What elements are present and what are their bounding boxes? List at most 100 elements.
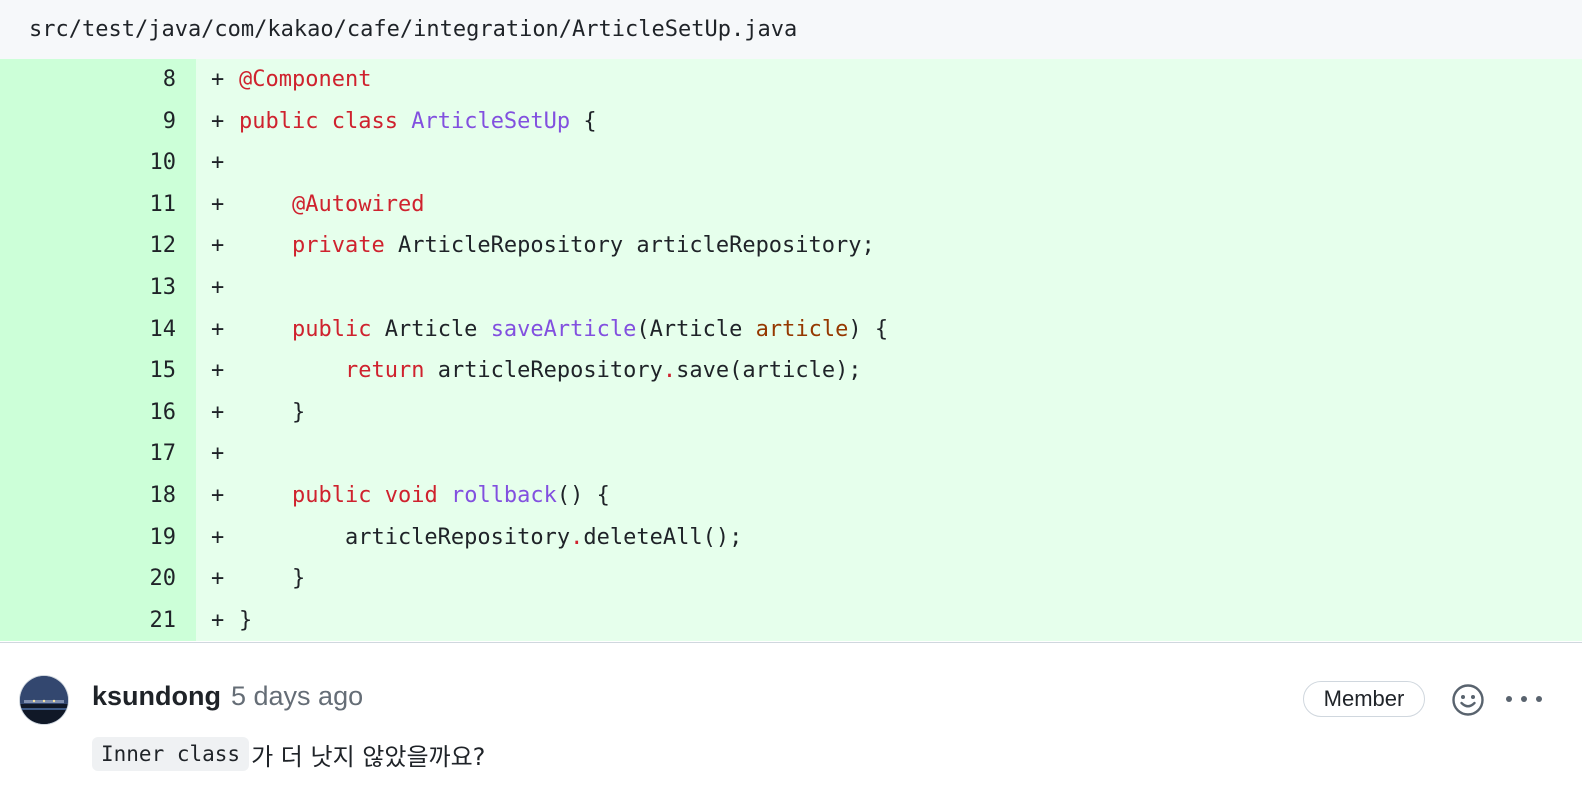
addition-marker: + (211, 441, 225, 467)
code-cell: + } (196, 391, 1582, 434)
line-number[interactable]: 19 (150, 517, 177, 559)
addition-marker: + (211, 316, 225, 342)
code-token: public (239, 108, 319, 134)
addition-marker: + (211, 358, 225, 384)
code-token: . (662, 358, 677, 384)
line-number[interactable]: 16 (150, 392, 177, 434)
addition-marker: + (211, 482, 225, 508)
avatar[interactable] (20, 676, 68, 724)
addition-marker: + (211, 399, 225, 425)
code-token: void (384, 482, 438, 508)
diff-line: 13 + (0, 266, 1582, 309)
code-token: } (239, 566, 306, 592)
addition-marker: + (211, 233, 225, 259)
file-path[interactable]: src/test/java/com/kakao/cafe/integration… (29, 17, 797, 42)
line-number[interactable]: 20 (150, 558, 177, 600)
code-text: articleRepository.deleteAll(); (239, 517, 742, 559)
addition-marker: + (211, 150, 225, 176)
code-cell: + @Component (196, 59, 1582, 101)
comment-more-button[interactable] (1505, 688, 1543, 710)
code-token: articleRepository (239, 524, 571, 550)
line-number-cell[interactable]: 18 (0, 474, 196, 517)
addition-marker: + (211, 524, 225, 550)
addition-marker: + (211, 67, 225, 92)
code-text: } (239, 558, 305, 600)
code-text: @Component (239, 59, 371, 101)
line-number[interactable]: 9 (163, 101, 176, 143)
line-number-cell[interactable]: 14 (0, 308, 196, 351)
diff-line: 15 + return articleRepository.save(articl… (0, 350, 1582, 392)
code-cell: + return articleRepository.save(article)… (196, 350, 1582, 392)
diff-line: 16 + } (0, 391, 1582, 434)
review-comment (0, 643, 1582, 804)
line-number-cell[interactable]: 10 (0, 142, 196, 184)
file-header: src/test/java/com/kakao/cafe/integration… (0, 0, 1582, 59)
code-cell: + (196, 433, 1582, 475)
comment-author[interactable]: ksundong (92, 681, 221, 712)
inline-code: Inner class (92, 737, 250, 771)
line-number-cell[interactable]: 12 (0, 225, 196, 267)
line-number-cell[interactable]: 20 (0, 558, 196, 600)
code-text: public Article saveArticle(Article artic… (239, 309, 888, 351)
code-cell: + private ArticleRepository articleRepos… (196, 225, 1582, 267)
diff-line: 8 + @Component (0, 59, 1582, 101)
addition-marker: + (211, 274, 225, 300)
code-token: ArticleRepository articleRepository; (384, 233, 875, 259)
code-cell: + public void rollback() { (196, 474, 1582, 517)
code-token: deleteAll(); (583, 524, 743, 550)
line-number-cell[interactable]: 21 (0, 599, 196, 642)
line-number[interactable]: 13 (150, 267, 177, 309)
diff-line: 21 +} (0, 599, 1582, 642)
code-cell: +} (196, 599, 1582, 642)
smiley-icon (1452, 684, 1484, 716)
line-number[interactable]: 14 (150, 309, 177, 351)
diff-line: 18 + public void rollback() { (0, 474, 1582, 517)
line-number[interactable]: 15 (150, 350, 177, 392)
code-text: return articleRepository.save(article); (239, 350, 862, 392)
reaction-button[interactable] (1451, 683, 1485, 717)
line-number-cell[interactable]: 9 (0, 100, 196, 143)
addition-marker: + (211, 191, 225, 217)
code-cell: + @Autowired (196, 183, 1582, 226)
code-text: private ArticleRepository articleReposit… (239, 225, 875, 267)
code-token: { (570, 108, 597, 134)
line-number[interactable]: 8 (163, 59, 176, 101)
line-number[interactable]: 10 (150, 142, 177, 184)
code-token: public (291, 482, 372, 508)
line-number[interactable]: 12 (150, 225, 177, 267)
line-number-cell[interactable]: 19 (0, 516, 196, 559)
line-number-cell[interactable]: 16 (0, 391, 196, 434)
line-number-cell[interactable]: 8 (0, 59, 196, 101)
line-number-cell[interactable]: 13 (0, 266, 196, 309)
code-cell: + public class ArticleSetUp { (196, 100, 1582, 143)
code-cell: + (196, 142, 1582, 184)
diff-line: 17 + (0, 433, 1582, 475)
diff-line: 10 + (0, 142, 1582, 184)
kebab-horizontal-icon (1506, 696, 1542, 702)
diff-line: 9 + public class ArticleSetUp { (0, 100, 1582, 143)
code-token: } (239, 399, 306, 425)
code-token: @Autowired (291, 191, 425, 217)
code-token: } (239, 607, 253, 633)
addition-marker: + (211, 566, 225, 592)
code-text: @Autowired (239, 184, 424, 226)
code-token: private (291, 233, 385, 259)
comment-timestamp[interactable]: 5 days ago (231, 681, 363, 712)
line-number[interactable]: 17 (150, 433, 177, 475)
line-number[interactable]: 18 (150, 475, 177, 517)
line-number[interactable]: 11 (150, 184, 177, 226)
line-number-cell[interactable]: 11 (0, 183, 196, 226)
code-text: } (239, 392, 305, 434)
code-token: @Component (239, 67, 372, 92)
line-number-cell[interactable]: 17 (0, 433, 196, 475)
addition-marker: + (211, 607, 225, 633)
code-cell: + articleRepository.deleteAll(); (196, 516, 1582, 559)
line-number-cell[interactable]: 15 (0, 350, 196, 392)
code-cell: + } (196, 558, 1582, 600)
line-number[interactable]: 21 (150, 600, 177, 642)
